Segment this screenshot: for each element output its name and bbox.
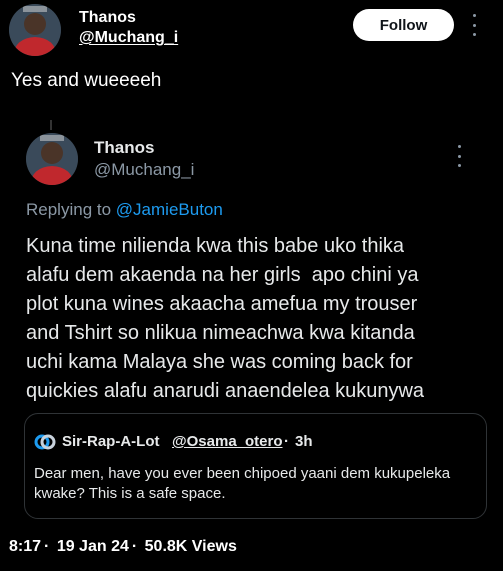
replying-to-line: Replying to @JamieButon (26, 200, 223, 220)
quoted-author-avatar[interactable] (26, 133, 78, 185)
more-vertical-icon[interactable] (470, 14, 478, 36)
follow-button[interactable]: Follow (353, 9, 454, 41)
tweet-line: quickies alafu anarudi anaendelea kukuny… (26, 380, 425, 402)
quoted-tweet-body: Kuna time nilienda kwa this babe uko thi… (26, 232, 486, 406)
tweet-line: alafu dem akaenda na her girls apo chini… (26, 264, 419, 286)
post-time[interactable]: 8:17 (9, 538, 41, 555)
tweet-line: Kuna time nilienda kwa this babe uko thi… (26, 235, 405, 257)
post-text: Yes and wueeeeh (11, 70, 162, 91)
tweet-line: uchi kama Malaya she was coming back for (26, 351, 413, 373)
nested-timestamp[interactable]: 3h (295, 433, 313, 450)
post-meta: 8:17 · 19 Jan 24 · 50.8K Views (9, 538, 240, 556)
author-avatar[interactable] (9, 4, 61, 56)
author-handle[interactable]: @Muchang_i (79, 29, 178, 47)
quoted-author-name[interactable]: Thanos (94, 138, 154, 158)
thread-connector (50, 120, 52, 130)
tweet-line: plot kuna wines akaacha amefua my trouse… (26, 293, 418, 315)
replying-mention-link[interactable]: @JamieButon (116, 200, 223, 219)
tweet-line: and Tshirt so nlikua nimeachwa kwa kitan… (26, 322, 415, 344)
author-name[interactable]: Thanos (79, 9, 136, 27)
separator-dot: · (284, 433, 289, 450)
separator-dot: · (131, 538, 138, 555)
quoted-author-handle[interactable]: @Muchang_i (94, 160, 194, 180)
more-vertical-icon[interactable] (455, 145, 463, 167)
post-header: Thanos @Muchang_i Follow (0, 0, 503, 60)
view-count[interactable]: 50.8K Views (145, 538, 237, 555)
nested-author-handle[interactable]: @Osama_otero (172, 433, 283, 450)
nested-quote-card[interactable]: Sir-Rap-A-Lot @Osama_otero · 3h Dear men… (24, 413, 487, 519)
replying-prefix: Replying to (26, 200, 112, 219)
post-date[interactable]: 19 Jan 24 (57, 538, 129, 555)
separator-dot: · (44, 538, 50, 555)
nested-quote-text: Dear men, have you ever been chipoed yaa… (34, 465, 451, 502)
overlapping-circles-icon (34, 431, 56, 453)
nested-author-name[interactable]: Sir-Rap-A-Lot (62, 433, 160, 450)
